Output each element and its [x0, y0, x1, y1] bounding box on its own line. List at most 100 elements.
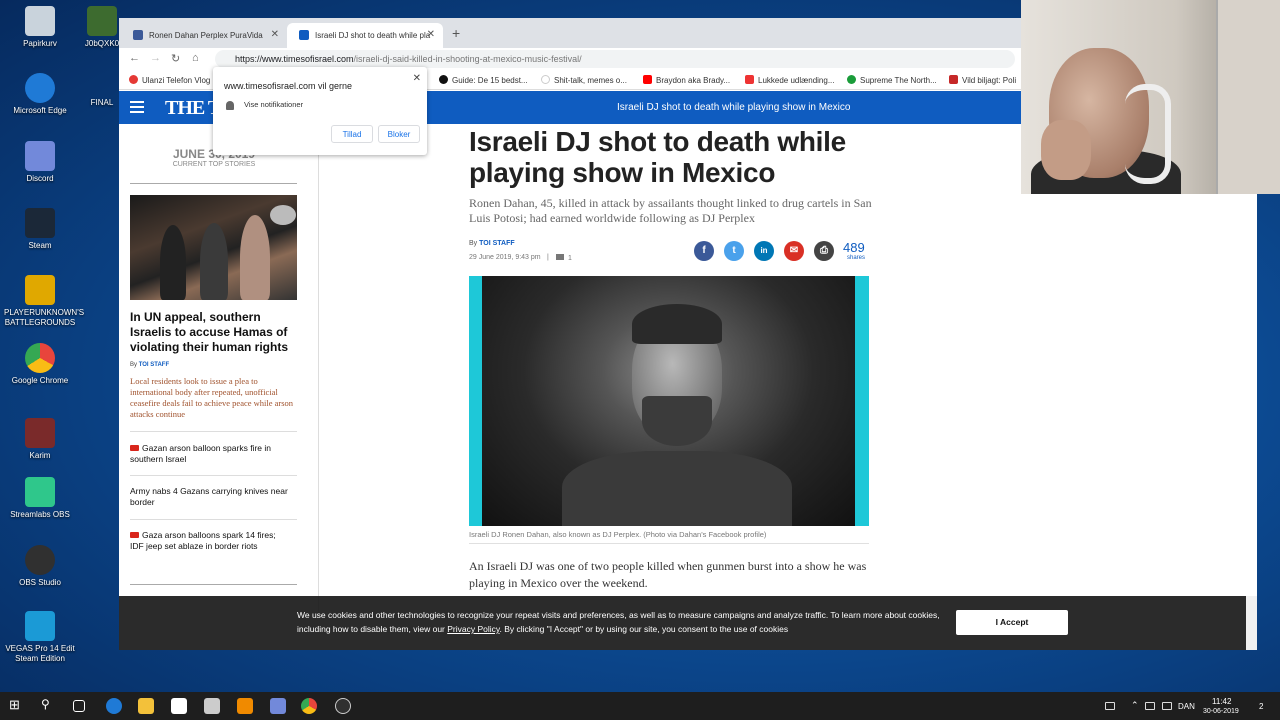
desktop-icon-chrome[interactable]: Google Chrome [4, 343, 76, 386]
url-input[interactable]: https://www.timesofisrael.com/israeli-dj… [215, 50, 1015, 68]
desktop-icon-obs[interactable]: OBS Studio [4, 545, 76, 588]
vegas-icon [25, 611, 55, 641]
desktop-icon-streamlabs[interactable]: Streamlabs OBS [4, 477, 76, 520]
facebook-favicon-icon [133, 30, 143, 40]
new-tab-icon[interactable]: + [452, 25, 460, 41]
tab-times-of-israel[interactable]: Israeli DJ shot to death while pla ✕ [287, 23, 443, 48]
headphones-icon [1125, 84, 1171, 184]
story-headline[interactable]: In UN appeal, southern Israelis to accus… [130, 310, 300, 355]
divider [130, 475, 297, 476]
close-tab-icon[interactable]: ✕ [427, 29, 435, 40]
task-view-icon[interactable] [73, 700, 85, 712]
chrome-icon [25, 343, 55, 373]
divider [130, 431, 297, 432]
windows-start-icon[interactable]: ⊞ [9, 697, 25, 713]
desktop-icon-steam[interactable]: Steam [4, 208, 76, 251]
explorer-icon[interactable] [138, 698, 154, 714]
twitter-share-icon[interactable]: t [724, 241, 744, 261]
story-description: Local residents look to issue a plea to … [130, 376, 294, 419]
video-icon [130, 532, 139, 538]
list-item[interactable]: Army nabs 4 Gazans carrying knives near … [130, 486, 290, 508]
bookmark-item[interactable]: Lukkede udlænding... [745, 75, 835, 85]
discord-taskbar-icon[interactable] [270, 698, 286, 714]
menu-icon[interactable] [130, 101, 144, 113]
list-item[interactable]: Gazan arson balloon sparks fire in south… [130, 443, 290, 465]
clock-time[interactable]: 11:42 [1212, 697, 1231, 706]
block-button[interactable]: Bloker [378, 125, 420, 143]
toi-favicon-icon [299, 30, 309, 40]
facebook-share-icon[interactable]: f [694, 241, 714, 261]
reload-icon[interactable]: ↻ [171, 52, 180, 65]
page-scrollbar[interactable] [1246, 596, 1257, 650]
divider [469, 543, 869, 544]
bookmark-item[interactable]: Guide: De 15 bedst... [439, 75, 528, 85]
close-tab-icon[interactable]: ✕ [271, 29, 279, 40]
desktop-icon-j0bqxk0[interactable]: J0bQXK0 [82, 6, 122, 49]
sidebar-caption: CURRENT TOP STORIES [172, 161, 256, 168]
bookmark-item[interactable]: Ulanzi Telefon Vlog [129, 75, 210, 85]
network-icon[interactable] [1145, 702, 1155, 710]
meta-separator: | [547, 254, 549, 261]
search-icon[interactable]: ⚲ [41, 697, 57, 713]
desktop-icon-pubg[interactable]: PLAYERUNKNOWN'S BATTLEGROUNDS [4, 275, 84, 328]
language-indicator[interactable]: DAN [1178, 702, 1195, 711]
forward-icon[interactable]: → [150, 52, 161, 64]
tab-strip: Ronen Dahan Perplex PuraVida ✕ Israeli D… [119, 18, 1021, 48]
pubg-icon [25, 275, 55, 305]
divider [130, 183, 297, 184]
comments-count[interactable]: 1 [556, 254, 572, 262]
bookmark-item[interactable]: Shit-talk, memes o... [541, 75, 627, 85]
vlc-icon[interactable] [237, 698, 253, 714]
obs-taskbar-icon[interactable] [335, 698, 351, 714]
article-byline: By TOI STAFF [469, 240, 515, 247]
close-icon[interactable]: ✕ [413, 73, 421, 84]
photo-caption: Israeli DJ Ronen Dahan, also known as DJ… [469, 530, 767, 539]
article-photo[interactable] [469, 276, 869, 526]
story-image[interactable] [130, 195, 297, 300]
shares-label: shares [847, 255, 866, 261]
popup-site: www.timesofisrael.com vil gerne [224, 81, 353, 91]
bookmark-item[interactable]: Vild biljagt: Poli [949, 75, 1016, 85]
chevron-up-icon[interactable]: ⌃ [1131, 700, 1139, 711]
email-share-icon[interactable]: ✉ [784, 241, 804, 261]
clock-date[interactable]: 30-06-2019 [1203, 708, 1239, 715]
back-icon[interactable]: ← [129, 52, 140, 64]
privacy-policy-link[interactable]: Privacy Policy [447, 624, 499, 634]
desktop-icon-edge[interactable]: Microsoft Edge [4, 73, 76, 116]
article-subtitle: Ronen Dahan, 45, killed in attack by ass… [469, 196, 872, 225]
allow-button[interactable]: Tillad [331, 125, 373, 143]
edge-taskbar-icon[interactable] [106, 698, 122, 714]
linkedin-share-icon[interactable]: in [754, 241, 774, 261]
cookie-text: We use cookies and other technologies to… [297, 610, 940, 634]
desktop-icon-recycle-bin[interactable]: Papirkurv [4, 6, 76, 49]
notification-permission-popup: www.timesofisrael.com vil gerne ✕ Vise n… [213, 67, 427, 155]
webcam-overlay [1021, 0, 1280, 194]
karim-icon [25, 418, 55, 448]
desktop-icon-discord[interactable]: Discord [4, 141, 76, 184]
print-icon[interactable]: ⎙ [814, 241, 834, 261]
chrome-taskbar-icon[interactable] [301, 698, 317, 714]
bookmark-item[interactable]: Supreme The North... [847, 75, 937, 85]
home-icon[interactable]: ⌂ [192, 52, 199, 64]
popup-request: Vise notifikationer [244, 100, 304, 109]
desktop-icon-vegas[interactable]: VEGAS Pro 14 Edit Steam Edition [4, 611, 76, 664]
cookie-banner: We use cookies and other technologies to… [119, 596, 1246, 650]
accept-cookies-button[interactable]: I Accept [956, 610, 1068, 635]
article-title: Israeli DJ shot to death while playing s… [469, 126, 846, 188]
bookmark-item[interactable]: Braydon aka Brady... [643, 75, 730, 85]
article-date: 29 June 2019, 9:43 pm [469, 254, 541, 261]
tab-facebook[interactable]: Ronen Dahan Perplex PuraVida ✕ [121, 23, 287, 48]
bell-icon [226, 101, 234, 110]
list-item[interactable]: Gaza arson balloons spark 14 fires; IDF … [130, 530, 290, 552]
volume-icon[interactable] [1162, 702, 1172, 710]
store-icon[interactable] [171, 698, 187, 714]
edge-icon [25, 73, 55, 103]
mail-icon[interactable] [204, 698, 220, 714]
browser-page-extension [1021, 194, 1257, 650]
people-icon[interactable] [1105, 702, 1115, 710]
desktop-icon-karim[interactable]: Karim [4, 418, 76, 461]
desktop-icon-final[interactable]: FINAL [82, 98, 122, 108]
frog-icon [87, 6, 117, 36]
notifications-icon[interactable]: 2 [1259, 702, 1263, 711]
streamlabs-icon [25, 477, 55, 507]
